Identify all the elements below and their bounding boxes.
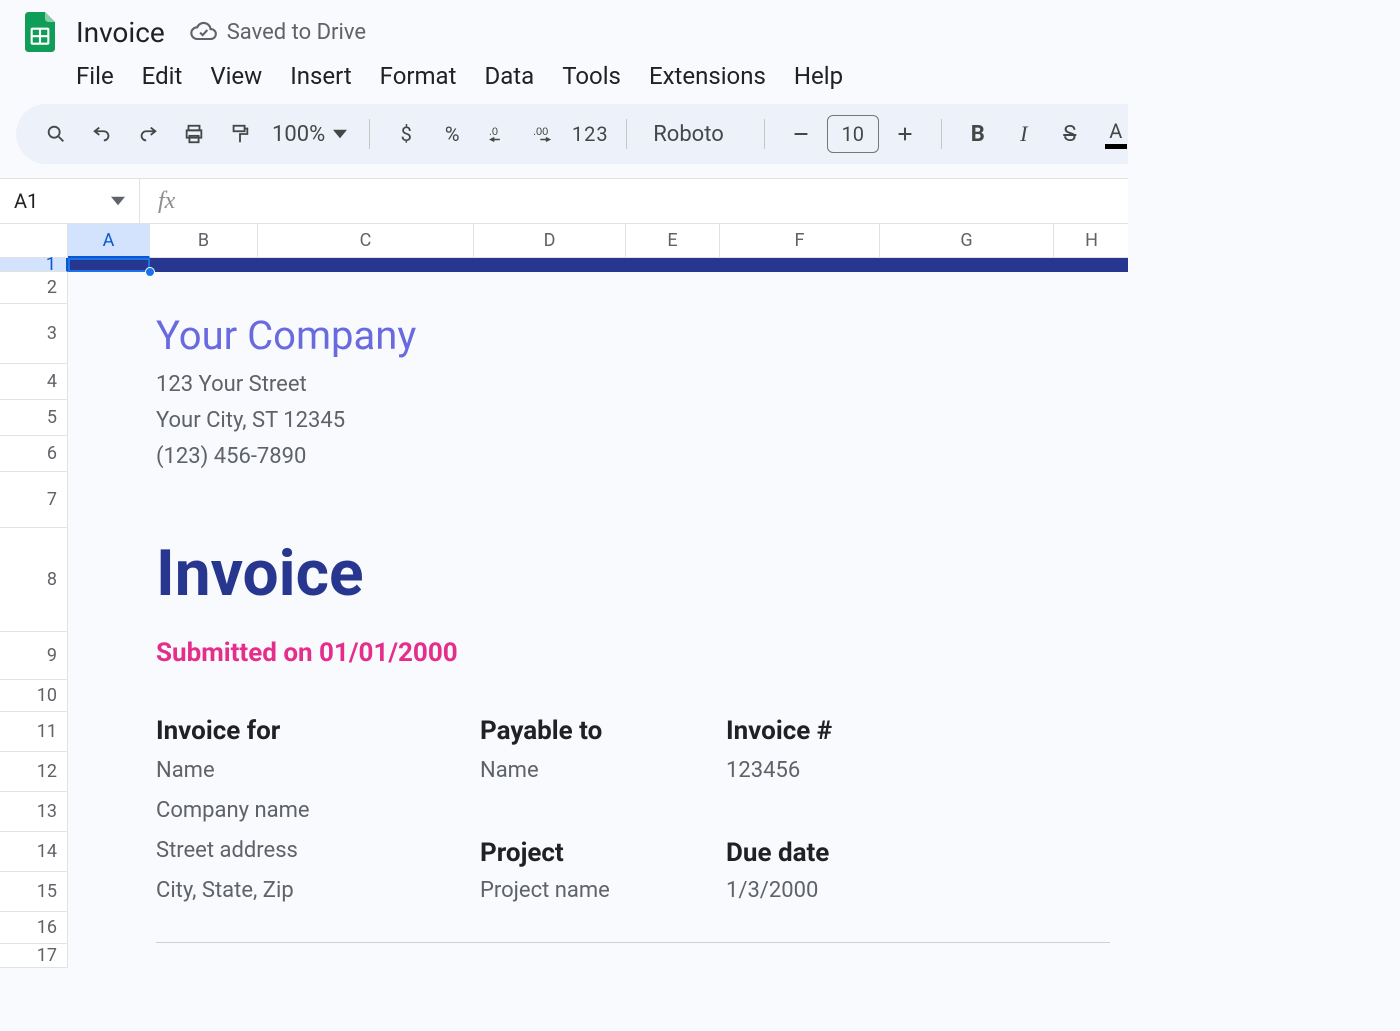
italic-button[interactable]: I — [1004, 114, 1044, 154]
row-header-8[interactable]: 8 — [0, 528, 68, 632]
project-header: Project — [480, 838, 726, 868]
row-header-10[interactable]: 10 — [0, 680, 68, 712]
svg-text:.0: .0 — [489, 126, 498, 138]
print-icon[interactable] — [174, 114, 214, 154]
menu-file[interactable]: File — [76, 62, 114, 90]
menu-insert[interactable]: Insert — [290, 62, 351, 90]
cloud-saved-icon — [189, 18, 217, 46]
bold-button[interactable]: B — [958, 114, 998, 154]
row-header-11[interactable]: 11 — [0, 712, 68, 752]
invoice-for-header: Invoice for — [156, 716, 480, 746]
row-header-3[interactable]: 3 — [0, 304, 68, 364]
toolbar-separator — [369, 119, 370, 149]
project-name: Project name — [480, 878, 726, 903]
fx-icon: fx — [140, 188, 193, 215]
column-header-A[interactable]: A — [68, 224, 150, 258]
row-header-12[interactable]: 12 — [0, 752, 68, 792]
decrease-decimal-button[interactable]: .0 — [478, 114, 518, 154]
toolbar-separator — [941, 119, 942, 149]
row-header-16[interactable]: 16 — [0, 912, 68, 944]
invoice-title: Invoice — [156, 536, 1128, 611]
row-header-14[interactable]: 14 — [0, 832, 68, 872]
paint-format-icon[interactable] — [220, 114, 260, 154]
column-header-B[interactable]: B — [150, 224, 258, 258]
more-formats-button[interactable]: 123 — [570, 114, 610, 154]
menu-data[interactable]: Data — [484, 62, 534, 90]
undo-icon[interactable] — [82, 114, 122, 154]
grid-body: 1234567891011121314151617 Your Company12… — [0, 258, 1400, 968]
strikethrough-button[interactable]: S — [1050, 114, 1090, 154]
save-status[interactable]: Saved to Drive — [189, 18, 366, 46]
save-status-text: Saved to Drive — [227, 20, 366, 45]
name-box[interactable]: A1 — [0, 179, 140, 223]
row-header-9[interactable]: 9 — [0, 632, 68, 680]
sheets-logo-icon[interactable] — [16, 8, 64, 56]
cells-area[interactable]: Your Company 123 Your StreetYour City, ST… — [68, 258, 1128, 968]
divider — [156, 942, 1110, 943]
row-header-4[interactable]: 4 — [0, 364, 68, 400]
row-headers: 1234567891011121314151617 — [0, 258, 68, 968]
increase-decimal-button[interactable]: .00 — [524, 114, 564, 154]
invoice-submitted: Submitted on 01/01/2000 — [156, 638, 1128, 668]
company-city: Your City, ST 12345 — [156, 404, 1128, 437]
invoice-top-bar — [68, 258, 1128, 272]
invoice-for-name: Name — [156, 758, 480, 783]
invoice-number: 123456 — [726, 758, 800, 783]
invoice-number-header: Invoice # — [726, 716, 832, 746]
percent-format-button[interactable]: % — [432, 114, 472, 154]
text-color-swatch-icon — [1105, 144, 1127, 149]
column-header-F[interactable]: F — [720, 224, 880, 258]
column-header-G[interactable]: G — [880, 224, 1054, 258]
menu-extensions[interactable]: Extensions — [649, 62, 766, 90]
column-header-C[interactable]: C — [258, 224, 474, 258]
row-header-2[interactable]: 2 — [0, 272, 68, 304]
font-size-decrease-button[interactable] — [781, 114, 821, 154]
menu-format[interactable]: Format — [380, 62, 457, 90]
invoice-for-company: Company name — [156, 798, 480, 823]
company-phone: (123) 456-7890 — [156, 440, 1128, 473]
invoice-for-street: Street address — [156, 838, 480, 863]
payable-to-header: Payable to — [480, 716, 726, 746]
select-all-corner[interactable] — [0, 224, 68, 258]
text-color-label: A — [1109, 119, 1122, 143]
menu-help[interactable]: Help — [794, 62, 843, 90]
menu-edit[interactable]: Edit — [142, 62, 183, 90]
due-date: 1/3/2000 — [726, 878, 818, 903]
column-header-D[interactable]: D — [474, 224, 626, 258]
chevron-down-icon — [111, 194, 125, 208]
right-gutter — [1128, 0, 1400, 1031]
menu-view[interactable]: View — [210, 62, 262, 90]
zoom-select[interactable]: 100% — [266, 122, 353, 147]
row-header-6[interactable]: 6 — [0, 436, 68, 472]
currency-format-button[interactable]: $ — [386, 114, 426, 154]
search-icon[interactable] — [36, 114, 76, 154]
menu-tools[interactable]: Tools — [562, 62, 621, 90]
toolbar-separator — [626, 119, 627, 149]
column-header-H[interactable]: H — [1054, 224, 1130, 258]
font-size-input[interactable]: 10 — [827, 115, 879, 153]
svg-text:.00: .00 — [533, 126, 548, 138]
row-header-17[interactable]: 17 — [0, 944, 68, 968]
font-size-increase-button[interactable] — [885, 114, 925, 154]
column-header-E[interactable]: E — [626, 224, 720, 258]
due-date-header: Due date — [726, 838, 829, 868]
zoom-value: 100% — [272, 122, 325, 147]
font-family-value: Roboto — [653, 122, 724, 147]
row-header-1[interactable]: 1 — [0, 258, 68, 272]
payable-to-name: Name — [480, 758, 726, 783]
invoice-for-csz: City, State, Zip — [156, 878, 480, 903]
company-street: 123 Your Street — [156, 368, 1128, 401]
name-box-value: A1 — [14, 189, 38, 213]
row-header-13[interactable]: 13 — [0, 792, 68, 832]
company-name: Your Company — [156, 312, 1128, 359]
toolbar-separator — [764, 119, 765, 149]
row-header-5[interactable]: 5 — [0, 400, 68, 436]
font-family-select[interactable]: Roboto — [643, 122, 748, 147]
redo-icon[interactable] — [128, 114, 168, 154]
selection-fill-handle[interactable] — [145, 267, 155, 277]
row-header-7[interactable]: 7 — [0, 472, 68, 528]
chevron-down-icon — [333, 127, 347, 141]
document-title[interactable]: Invoice — [76, 16, 165, 49]
row-header-15[interactable]: 15 — [0, 872, 68, 912]
